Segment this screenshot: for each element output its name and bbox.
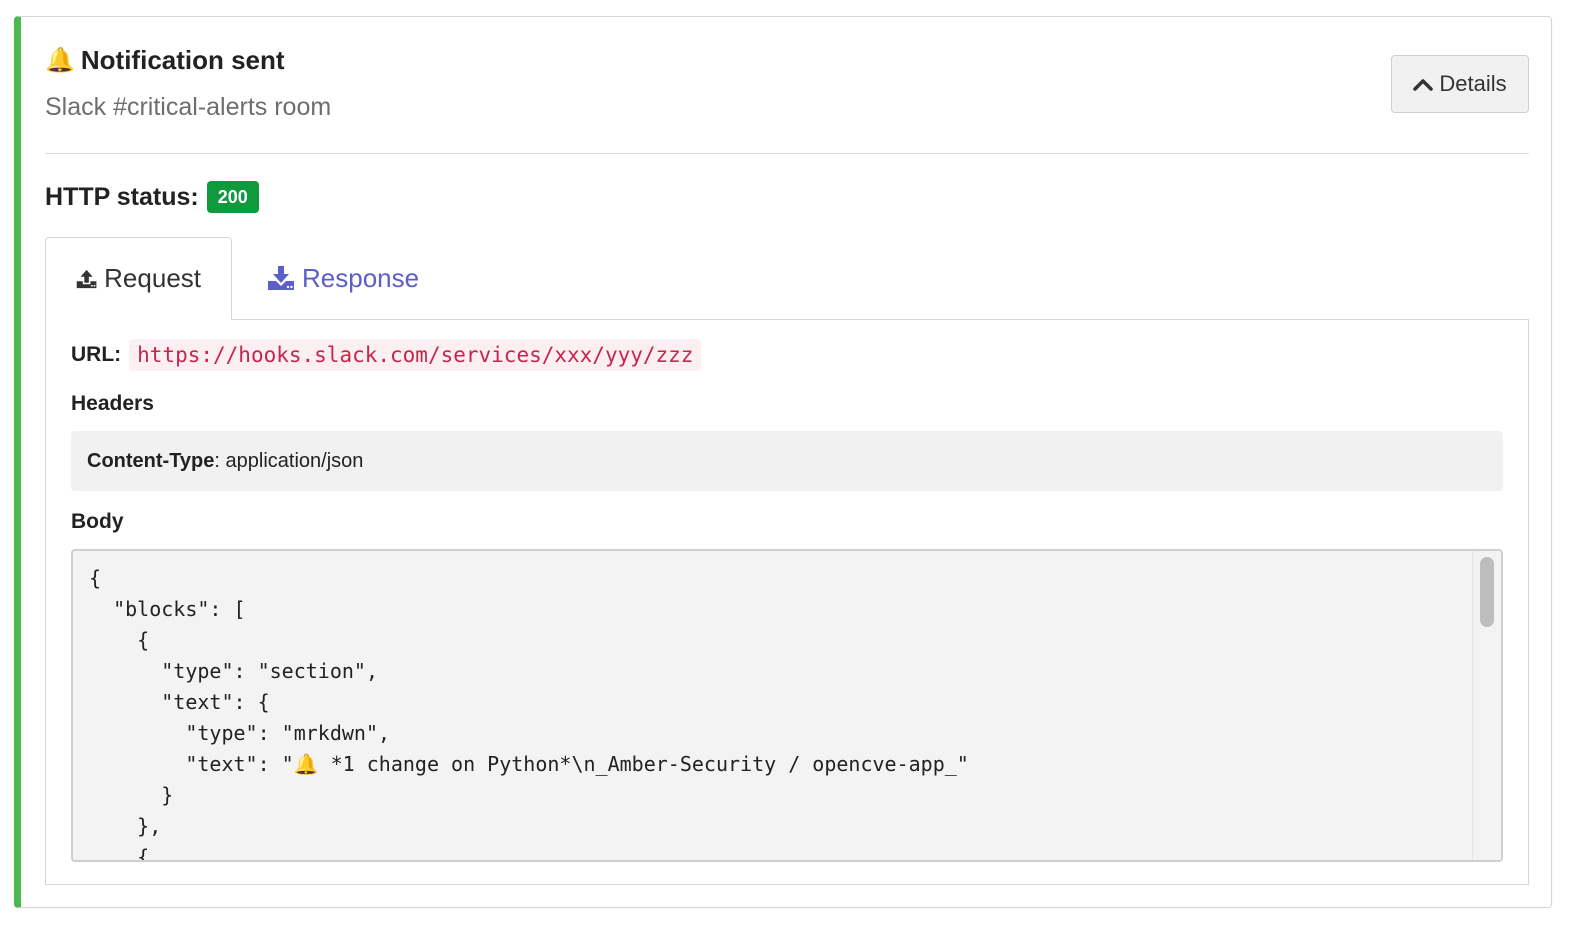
url-value: https://hooks.slack.com/services/xxx/yyy… (129, 339, 702, 371)
http-status: HTTP status: 200 (45, 181, 259, 213)
body-label: Body (71, 510, 124, 533)
code-line: "blocks": [ (89, 597, 246, 621)
bell-icon: 🔔 (45, 46, 75, 74)
tab-bar: Request Response (45, 237, 1529, 320)
status-badge: 200 (206, 181, 259, 213)
chevron-up-icon (1413, 79, 1434, 91)
body-code: { "blocks": [ { "type": "section", "text… (89, 563, 969, 862)
header-value: : application/json (214, 449, 364, 472)
notification-card: 🔔 Notification sent Slack #critical-aler… (14, 16, 1552, 908)
code-line: { (89, 566, 102, 590)
code-line: { (89, 845, 150, 862)
code-line: "type": "section", (89, 659, 378, 683)
headers-box: Content-Type: application/json (71, 431, 1503, 491)
code-line: "type": "mrkdwn", (89, 721, 391, 745)
download-icon (268, 266, 294, 290)
body-code-box[interactable]: { "blocks": [ { "type": "section", "text… (71, 549, 1503, 862)
subtitle: Slack #critical-alerts room (45, 93, 332, 121)
details-button-label: Details (1439, 71, 1507, 96)
tab-request[interactable]: Request (45, 237, 232, 320)
url-row: URL: https://hooks.slack.com/services/xx… (71, 339, 702, 371)
tab-response-label: Response (302, 262, 420, 293)
http-status-label: HTTP status: (45, 182, 199, 211)
code-line: }, (89, 814, 162, 838)
request-panel: URL: https://hooks.slack.com/services/xx… (45, 319, 1529, 885)
headers-label: Headers (71, 392, 154, 415)
page-title: 🔔 Notification sent (45, 45, 285, 76)
header-name: Content-Type (87, 449, 215, 472)
code-line: } (89, 783, 174, 807)
code-line: "text": { (89, 690, 270, 714)
scrollbar-thumb[interactable] (1480, 557, 1494, 627)
upload-icon (76, 269, 97, 288)
tab-request-label: Request (104, 263, 201, 293)
code-line: "text": "🔔 *1 change on Python*\n_Amber-… (89, 752, 969, 776)
code-line: { (89, 628, 150, 652)
tab-response[interactable]: Response (237, 237, 449, 319)
url-label: URL: (71, 343, 122, 366)
details-button[interactable]: Details (1391, 55, 1529, 113)
title-text: Notification sent (80, 45, 285, 75)
card-header: 🔔 Notification sent Slack #critical-aler… (45, 43, 1529, 154)
scrollbar[interactable] (1472, 551, 1501, 860)
